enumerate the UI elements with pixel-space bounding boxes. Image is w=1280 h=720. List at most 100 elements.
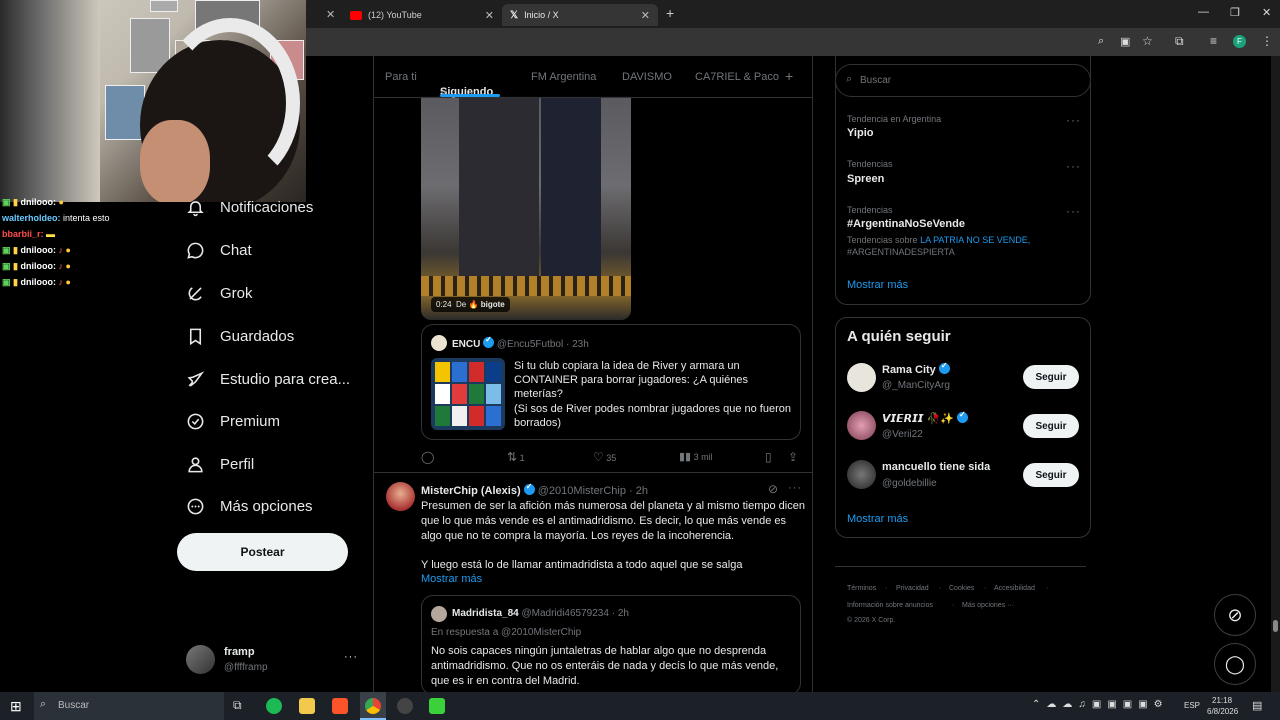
quoted-image[interactable]	[431, 358, 505, 430]
footer-link-cookies[interactable]: Cookies	[949, 585, 974, 592]
more-dots-icon[interactable]: ···	[1066, 204, 1081, 218]
sidebar-item-more[interactable]: Más opciones	[186, 497, 313, 516]
more-dots-icon[interactable]: ···	[1066, 159, 1081, 173]
footer-link-accessibility[interactable]: Accesibilidad	[994, 585, 1035, 592]
reply-icon[interactable]: ◯	[421, 450, 434, 464]
video-player[interactable]: 0:24 De 🔥 bigote	[421, 96, 631, 320]
timeline-tabs: Para ti Siguiendo ⌵ FM Argentina DAVISMO…	[374, 56, 812, 98]
sidebar-item-creator-studio[interactable]: Estudio para crea...	[186, 370, 350, 389]
footer-link-terms[interactable]: Términos	[847, 585, 876, 592]
chat-message: intenta esto	[63, 213, 110, 223]
tab-for-you[interactable]: Para ti	[385, 71, 417, 83]
tab-x-home[interactable]: 𝕏 Inicio / X ✕	[502, 4, 658, 26]
trend-item[interactable]: Yipio	[847, 127, 873, 139]
active-tab-indicator	[440, 94, 500, 97]
close-window-icon[interactable]: ✕	[1262, 6, 1271, 19]
follow-button[interactable]: Seguir	[1023, 463, 1079, 487]
trend-related: Tendencias sobre LA PATRIA NO SE VENDE,	[847, 235, 1031, 245]
more-dots-icon[interactable]: ···	[344, 651, 358, 663]
bookmark-star-icon[interactable]: ☆	[1142, 34, 1153, 48]
taskbar-search[interactable]: ⌕ Buscar	[34, 692, 224, 720]
sidebar-item-profile[interactable]: Perfil	[186, 455, 254, 474]
trend-item[interactable]: Spreen	[847, 173, 884, 185]
obs-icon[interactable]	[397, 698, 413, 714]
new-tab-button[interactable]: +	[666, 5, 674, 21]
close-tab-icon[interactable]: ✕	[485, 9, 494, 22]
show-more-trends-link[interactable]: Mostrar más	[847, 279, 908, 291]
chat-user: bbarbii_r:	[2, 229, 44, 239]
minimize-icon[interactable]: —	[1198, 6, 1209, 18]
views-button[interactable]: ▮▮ 3 mil	[679, 450, 713, 463]
more-dots-icon[interactable]: ···	[788, 482, 802, 494]
sidebar-item-notifications[interactable]: Notificaciones	[186, 198, 313, 217]
sidebar-item-premium[interactable]: Premium	[186, 412, 280, 431]
notifications-icon[interactable]: ▤	[1252, 699, 1262, 712]
extensions-icon[interactable]: ⧉	[1175, 34, 1184, 49]
post-button[interactable]: Postear	[177, 533, 348, 571]
avatar[interactable]	[847, 460, 876, 489]
windows-start-icon[interactable]: ⊞	[10, 698, 22, 715]
footer-link-ads-info[interactable]: Información sobre anuncios	[847, 602, 933, 609]
footer-link-privacy[interactable]: Privacidad	[896, 585, 929, 592]
cast-icon[interactable]: ▣	[1120, 35, 1130, 48]
grok-float-button[interactable]: ⊘	[1214, 594, 1256, 636]
spotify-icon[interactable]	[266, 698, 282, 714]
author-name[interactable]: MisterChip (Alexis)	[421, 485, 521, 497]
like-button[interactable]: ♡ 35	[593, 450, 616, 464]
post-time[interactable]: 2h	[636, 485, 648, 497]
chrome-taskbar-item[interactable]	[360, 692, 386, 720]
app-icon[interactable]	[429, 698, 445, 714]
zoom-icon[interactable]: ⌕	[1098, 35, 1104, 48]
sidebar-item-bookmarks[interactable]: Guardados	[186, 327, 294, 346]
follow-name[interactable]: 𝙑𝙄𝙀𝙍𝙄𝙄 🥀✨	[882, 413, 954, 425]
menu-kebab-icon[interactable]: ⋮	[1261, 34, 1273, 48]
chat-line: ▣ ▮ dnilooo: ♪ ●	[2, 277, 71, 287]
scrollbar-thumb[interactable]	[1273, 620, 1278, 632]
messages-float-button[interactable]: ◯	[1214, 643, 1256, 685]
footer-link-more[interactable]: Más opciones ···	[962, 602, 1014, 609]
close-tab-icon[interactable]: ✕	[641, 9, 650, 22]
sidebar-item-chat[interactable]: Chat	[186, 241, 252, 260]
account-switcher[interactable]: framp @fffframp ···	[177, 640, 362, 680]
show-more-link[interactable]: Mostrar más	[421, 573, 482, 585]
trend-related-link[interactable]: #ARGENTINADESPIERTA	[847, 247, 955, 257]
grok-icon[interactable]: ⊘	[768, 482, 778, 496]
avatar[interactable]	[386, 482, 415, 511]
follow-button[interactable]: Seguir	[1023, 365, 1079, 389]
media-icon[interactable]: ≡	[1210, 34, 1217, 48]
share-icon[interactable]: ⇪	[788, 450, 798, 464]
retweet-button[interactable]: ⇅ 1	[507, 450, 525, 464]
task-view-icon[interactable]: ⧉	[233, 698, 242, 713]
tab-fm-argentina[interactable]: FM Argentina	[531, 71, 596, 83]
follow-name[interactable]: Rama City	[882, 364, 936, 376]
show-more-follow-link[interactable]: Mostrar más	[847, 513, 908, 525]
follow-handle: @_ManCityArg	[882, 380, 950, 391]
restore-icon[interactable]: ❐	[1230, 6, 1240, 19]
avatar[interactable]	[847, 411, 876, 440]
tab-youtube[interactable]: (12) YouTube ✕	[342, 4, 502, 26]
author-handle[interactable]: @2010MisterChip	[538, 485, 626, 497]
quoted-post[interactable]: Madridista_84 @Madridi46579234 · 2h En r…	[421, 595, 801, 692]
post-text: Presumen de ser la afición más numerosa …	[421, 500, 805, 542]
clock-date[interactable]: 6/8/2026	[1207, 707, 1238, 716]
follow-name[interactable]: mancuello tiene sida	[882, 461, 990, 473]
more-dots-icon[interactable]: ···	[1066, 113, 1081, 127]
profile-avatar[interactable]: F	[1233, 35, 1246, 48]
brave-icon[interactable]	[332, 698, 348, 714]
language-indicator[interactable]: ESP	[1184, 701, 1200, 710]
close-tab-icon[interactable]: ✕	[326, 8, 335, 21]
quoted-post[interactable]: ENCU @Encu5Futbol · 23h Si tu club copia…	[421, 324, 801, 440]
system-tray-icons[interactable]: ⌃☁☁♫▣▣▣▣⚙	[1032, 699, 1169, 710]
bookmark-icon[interactable]: ▯	[765, 450, 772, 464]
add-tab-icon[interactable]: +	[785, 68, 793, 84]
avatar[interactable]	[847, 363, 876, 392]
clock-time[interactable]: 21:18	[1212, 696, 1232, 705]
file-explorer-icon[interactable]	[299, 698, 315, 714]
trend-item[interactable]: #ArgentinaNoSeVende	[847, 218, 965, 230]
follow-button[interactable]: Seguir	[1023, 414, 1079, 438]
scrollbar[interactable]	[1271, 56, 1280, 692]
trend-related-link[interactable]: LA PATRIA NO SE VENDE,	[920, 235, 1030, 245]
tab-ca7riel-paco[interactable]: CA7RIEL & Paco	[695, 71, 779, 83]
sidebar-item-grok[interactable]: Grok	[186, 284, 253, 303]
tab-davismo[interactable]: DAVISMO	[622, 71, 672, 83]
